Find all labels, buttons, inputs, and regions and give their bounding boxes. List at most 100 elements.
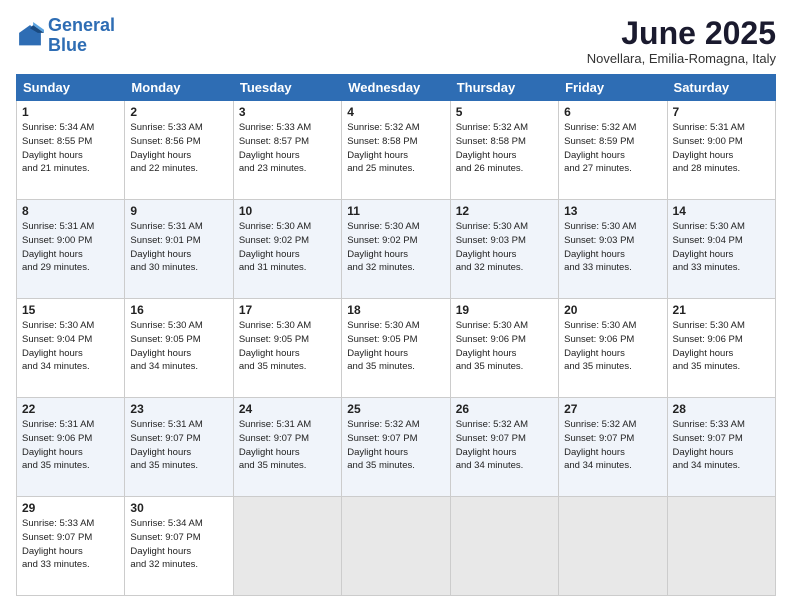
sunset: Sunset: 9:05 PM [130, 334, 200, 345]
logo-line2: Blue [48, 35, 87, 55]
sunset: Sunset: 9:07 PM [347, 433, 417, 444]
day-number: 12 [456, 204, 553, 218]
sunrise: Sunrise: 5:33 AM [239, 122, 311, 133]
sunset: Sunset: 9:06 PM [564, 334, 634, 345]
cell-text: Sunrise: 5:32 AM Sunset: 8:58 PM Dayligh… [456, 121, 553, 176]
daylight-label: Daylight hoursand 29 minutes. [22, 249, 90, 274]
day-number: 13 [564, 204, 661, 218]
sunset: Sunset: 8:59 PM [564, 136, 634, 147]
daylight-label: Daylight hoursand 30 minutes. [130, 249, 198, 274]
location: Novellara, Emilia-Romagna, Italy [587, 51, 776, 66]
daylight-label: Daylight hoursand 35 minutes. [22, 447, 90, 472]
table-cell: 5 Sunrise: 5:32 AM Sunset: 8:58 PM Dayli… [450, 101, 558, 200]
cell-text: Sunrise: 5:30 AM Sunset: 9:06 PM Dayligh… [564, 319, 661, 374]
col-saturday: Saturday [667, 75, 775, 101]
sunrise: Sunrise: 5:30 AM [456, 221, 528, 232]
table-cell: 21 Sunrise: 5:30 AM Sunset: 9:06 PM Dayl… [667, 299, 775, 398]
sunrise: Sunrise: 5:30 AM [22, 320, 94, 331]
sunrise: Sunrise: 5:32 AM [347, 419, 419, 430]
cell-text: Sunrise: 5:30 AM Sunset: 9:05 PM Dayligh… [239, 319, 336, 374]
sunrise: Sunrise: 5:30 AM [239, 320, 311, 331]
header: General Blue June 2025 Novellara, Emilia… [16, 16, 776, 66]
table-cell: 19 Sunrise: 5:30 AM Sunset: 9:06 PM Dayl… [450, 299, 558, 398]
sunrise: Sunrise: 5:30 AM [673, 320, 745, 331]
cell-text: Sunrise: 5:31 AM Sunset: 9:01 PM Dayligh… [130, 220, 227, 275]
table-cell: 24 Sunrise: 5:31 AM Sunset: 9:07 PM Dayl… [233, 398, 341, 497]
sunset: Sunset: 9:05 PM [239, 334, 309, 345]
sunrise: Sunrise: 5:30 AM [347, 221, 419, 232]
sunset: Sunset: 8:58 PM [456, 136, 526, 147]
table-cell: 7 Sunrise: 5:31 AM Sunset: 9:00 PM Dayli… [667, 101, 775, 200]
sunrise: Sunrise: 5:32 AM [456, 122, 528, 133]
day-number: 5 [456, 105, 553, 119]
title-section: June 2025 Novellara, Emilia-Romagna, Ita… [587, 16, 776, 66]
sunset: Sunset: 9:05 PM [347, 334, 417, 345]
cell-text: Sunrise: 5:30 AM Sunset: 9:06 PM Dayligh… [456, 319, 553, 374]
col-thursday: Thursday [450, 75, 558, 101]
cell-text: Sunrise: 5:30 AM Sunset: 9:05 PM Dayligh… [130, 319, 227, 374]
daylight-label: Daylight hoursand 35 minutes. [239, 348, 307, 373]
day-number: 10 [239, 204, 336, 218]
daylight-label: Daylight hoursand 34 minutes. [673, 447, 741, 472]
table-cell: 10 Sunrise: 5:30 AM Sunset: 9:02 PM Dayl… [233, 200, 341, 299]
day-number: 18 [347, 303, 444, 317]
cell-text: Sunrise: 5:31 AM Sunset: 9:07 PM Dayligh… [130, 418, 227, 473]
sunset: Sunset: 9:03 PM [456, 235, 526, 246]
day-number: 14 [673, 204, 770, 218]
day-number: 30 [130, 501, 227, 515]
sunset: Sunset: 9:00 PM [22, 235, 92, 246]
col-sunday: Sunday [17, 75, 125, 101]
daylight-label: Daylight hoursand 35 minutes. [456, 348, 524, 373]
cell-text: Sunrise: 5:32 AM Sunset: 8:59 PM Dayligh… [564, 121, 661, 176]
sunrise: Sunrise: 5:30 AM [564, 221, 636, 232]
table-cell: 25 Sunrise: 5:32 AM Sunset: 9:07 PM Dayl… [342, 398, 450, 497]
table-cell [559, 497, 667, 596]
col-friday: Friday [559, 75, 667, 101]
sunrise: Sunrise: 5:30 AM [347, 320, 419, 331]
table-cell: 20 Sunrise: 5:30 AM Sunset: 9:06 PM Dayl… [559, 299, 667, 398]
sunset: Sunset: 9:04 PM [22, 334, 92, 345]
table-cell: 18 Sunrise: 5:30 AM Sunset: 9:05 PM Dayl… [342, 299, 450, 398]
daylight-label: Daylight hoursand 22 minutes. [130, 150, 198, 175]
table-cell: 12 Sunrise: 5:30 AM Sunset: 9:03 PM Dayl… [450, 200, 558, 299]
daylight-label: Daylight hoursand 32 minutes. [456, 249, 524, 274]
sunset: Sunset: 8:57 PM [239, 136, 309, 147]
col-monday: Monday [125, 75, 233, 101]
day-number: 16 [130, 303, 227, 317]
daylight-label: Daylight hoursand 35 minutes. [239, 447, 307, 472]
table-cell: 14 Sunrise: 5:30 AM Sunset: 9:04 PM Dayl… [667, 200, 775, 299]
sunset: Sunset: 9:06 PM [673, 334, 743, 345]
day-number: 9 [130, 204, 227, 218]
daylight-label: Daylight hoursand 34 minutes. [564, 447, 632, 472]
calendar-row: 8 Sunrise: 5:31 AM Sunset: 9:00 PM Dayli… [17, 200, 776, 299]
daylight-label: Daylight hoursand 33 minutes. [673, 249, 741, 274]
table-cell: 27 Sunrise: 5:32 AM Sunset: 9:07 PM Dayl… [559, 398, 667, 497]
day-number: 17 [239, 303, 336, 317]
cell-text: Sunrise: 5:31 AM Sunset: 9:07 PM Dayligh… [239, 418, 336, 473]
daylight-label: Daylight hoursand 35 minutes. [130, 447, 198, 472]
sunset: Sunset: 9:02 PM [239, 235, 309, 246]
cell-text: Sunrise: 5:30 AM Sunset: 9:03 PM Dayligh… [564, 220, 661, 275]
cell-text: Sunrise: 5:30 AM Sunset: 9:06 PM Dayligh… [673, 319, 770, 374]
cell-text: Sunrise: 5:31 AM Sunset: 9:00 PM Dayligh… [673, 121, 770, 176]
sunrise: Sunrise: 5:31 AM [239, 419, 311, 430]
table-cell: 28 Sunrise: 5:33 AM Sunset: 9:07 PM Dayl… [667, 398, 775, 497]
sunrise: Sunrise: 5:34 AM [22, 122, 94, 133]
col-tuesday: Tuesday [233, 75, 341, 101]
sunrise: Sunrise: 5:33 AM [673, 419, 745, 430]
sunset: Sunset: 9:07 PM [564, 433, 634, 444]
sunrise: Sunrise: 5:30 AM [673, 221, 745, 232]
sunrise: Sunrise: 5:30 AM [564, 320, 636, 331]
daylight-label: Daylight hoursand 31 minutes. [239, 249, 307, 274]
sunset: Sunset: 9:04 PM [673, 235, 743, 246]
sunset: Sunset: 9:07 PM [456, 433, 526, 444]
daylight-label: Daylight hoursand 33 minutes. [564, 249, 632, 274]
sunset: Sunset: 9:02 PM [347, 235, 417, 246]
cell-text: Sunrise: 5:31 AM Sunset: 9:00 PM Dayligh… [22, 220, 119, 275]
sunrise: Sunrise: 5:34 AM [130, 518, 202, 529]
calendar-table: Sunday Monday Tuesday Wednesday Thursday… [16, 74, 776, 596]
logo: General Blue [16, 16, 115, 56]
daylight-label: Daylight hoursand 33 minutes. [22, 546, 90, 571]
daylight-label: Daylight hoursand 25 minutes. [347, 150, 415, 175]
cell-text: Sunrise: 5:33 AM Sunset: 9:07 PM Dayligh… [673, 418, 770, 473]
